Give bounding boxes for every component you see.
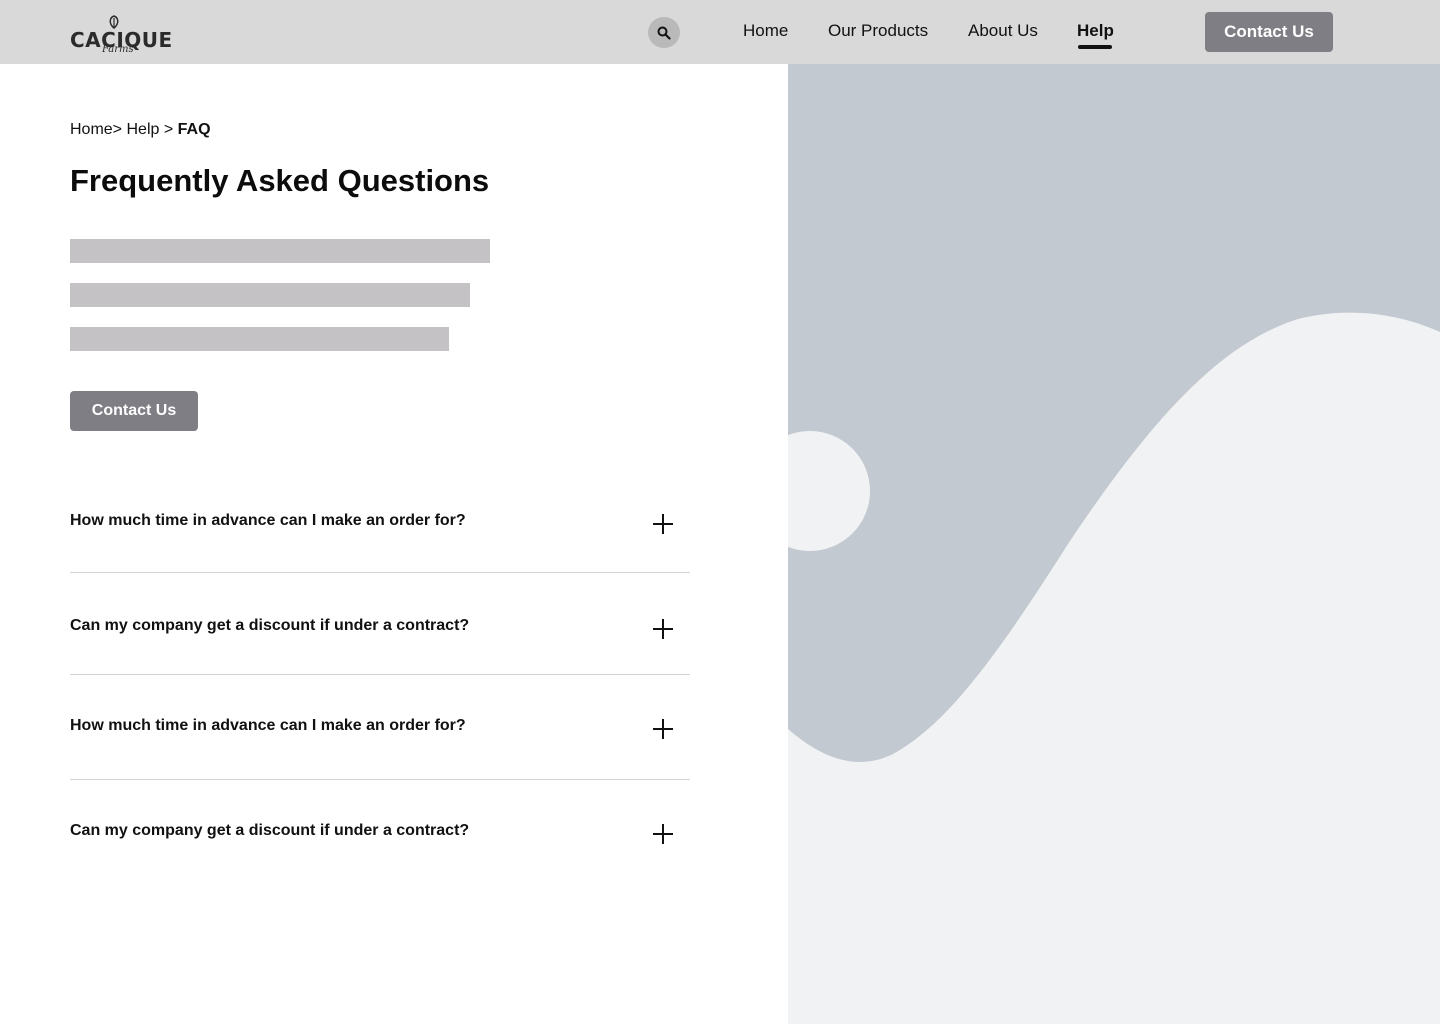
plus-icon[interactable] [652, 718, 674, 740]
nav-help[interactable]: Help [1077, 21, 1114, 41]
faq-question[interactable]: How much time in advance can I make an o… [70, 512, 466, 530]
text-placeholder-line [70, 283, 470, 307]
contact-us-button[interactable]: Contact Us [70, 391, 198, 431]
wave-illustration [788, 64, 1440, 762]
header-contact-button[interactable]: Contact Us [1205, 12, 1333, 52]
faq-divider [70, 674, 690, 675]
search-button[interactable] [648, 17, 680, 48]
search-icon [657, 26, 671, 40]
plus-icon[interactable] [652, 513, 674, 535]
logo[interactable]: CACIQUE Farms [70, 14, 172, 58]
nav-our-products[interactable]: Our Products [828, 21, 928, 41]
breadcrumb-help[interactable]: Help > [126, 121, 173, 138]
nav-home[interactable]: Home [743, 21, 788, 41]
nav-about-us[interactable]: About Us [968, 21, 1038, 41]
faq-question[interactable]: How much time in advance can I make an o… [70, 717, 466, 735]
faq-question[interactable]: Can my company get a discount if under a… [70, 617, 469, 635]
logo-subtitle: Farms [102, 44, 134, 55]
breadcrumb-current: FAQ [177, 121, 211, 138]
plus-icon[interactable] [652, 823, 674, 845]
text-placeholder-line [70, 327, 449, 351]
faq-question[interactable]: Can my company get a discount if under a… [70, 822, 469, 840]
page-title: Frequently Asked Questions [70, 163, 490, 198]
faq-divider [70, 572, 690, 573]
faq-divider [70, 779, 690, 780]
plus-icon[interactable] [652, 618, 674, 640]
nav-active-indicator [1078, 45, 1112, 49]
text-placeholder-line [70, 239, 490, 263]
site-header: CACIQUE Farms Home Our Products About Us… [0, 0, 1440, 64]
breadcrumb: Home> Help > FAQ [70, 121, 211, 139]
hero-illustration [788, 64, 1440, 1024]
breadcrumb-home[interactable]: Home> [70, 121, 122, 138]
